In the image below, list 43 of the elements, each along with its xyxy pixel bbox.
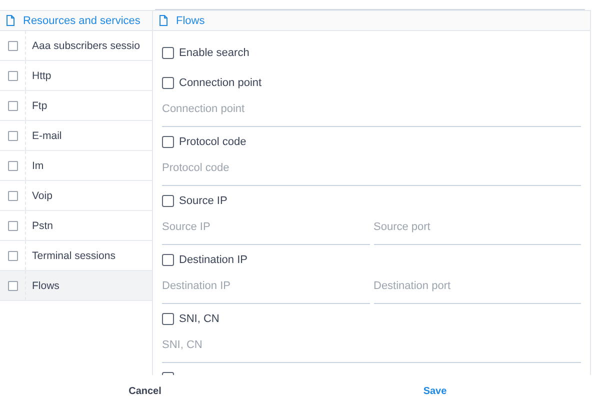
input-field[interactable]: Destination IP xyxy=(162,275,370,304)
checkbox[interactable] xyxy=(8,250,18,260)
checkbox-label: Destination IP xyxy=(179,254,248,266)
list-item[interactable]: E-mail xyxy=(0,121,152,151)
list-item[interactable]: Voip xyxy=(0,181,152,211)
checkbox[interactable] xyxy=(8,160,18,170)
checkbox-label: Source IP xyxy=(179,195,228,207)
list-item[interactable]: Http xyxy=(0,61,152,91)
panel-title: Resources and services xyxy=(23,14,140,26)
checkbox[interactable] xyxy=(162,136,174,148)
input-field[interactable]: Connection point xyxy=(162,98,581,127)
list-item[interactable]: Terminal sessions xyxy=(0,241,152,271)
checkbox[interactable] xyxy=(162,195,174,207)
list-item[interactable]: Aaa subscribers sessio xyxy=(0,31,152,61)
checkbox[interactable] xyxy=(8,40,18,50)
list-item[interactable]: Im xyxy=(0,151,152,181)
checkbox-label: Protocol code xyxy=(179,136,246,148)
input-field[interactable]: Source IP xyxy=(162,216,370,245)
checkbox[interactable] xyxy=(8,190,18,200)
document-icon xyxy=(6,15,15,26)
checkbox[interactable] xyxy=(8,280,18,290)
panel-title: Flows xyxy=(176,14,205,26)
checkbox[interactable] xyxy=(162,47,174,59)
list-item[interactable]: Flows xyxy=(0,271,152,301)
checkbox[interactable] xyxy=(8,220,18,230)
checkbox[interactable] xyxy=(162,313,174,325)
checkbox[interactable] xyxy=(8,70,18,80)
document-icon xyxy=(159,15,168,26)
checkbox[interactable] xyxy=(162,77,174,89)
save-button[interactable]: Save xyxy=(290,382,580,401)
checkbox-label: Connection point xyxy=(179,77,262,89)
checkbox[interactable] xyxy=(162,254,174,266)
input-field[interactable]: Destination port xyxy=(374,275,581,304)
checkbox[interactable] xyxy=(8,130,18,140)
cancel-button[interactable]: Cancel xyxy=(0,382,290,401)
input-field[interactable]: SNI, CN xyxy=(162,334,581,363)
checkbox-label: SNI, CN xyxy=(179,313,220,325)
checkbox[interactable] xyxy=(8,100,18,110)
list-item[interactable]: Ftp xyxy=(0,91,152,121)
list-item[interactable]: Pstn xyxy=(0,211,152,241)
checkbox-label: Enable search xyxy=(179,47,250,59)
input-field[interactable]: Source port xyxy=(374,216,581,245)
input-field[interactable]: Protocol code xyxy=(162,157,581,186)
